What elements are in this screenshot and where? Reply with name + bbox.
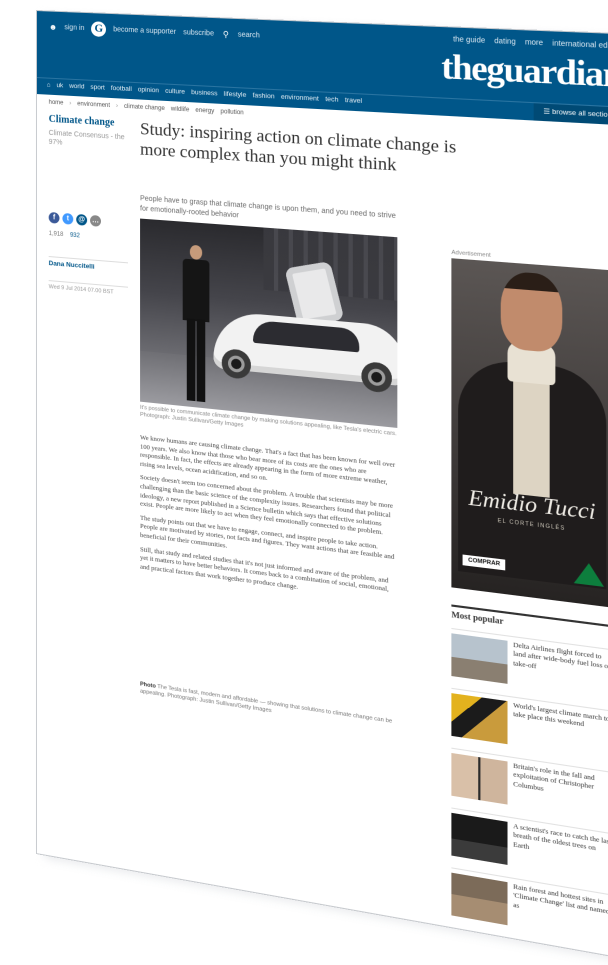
tag-wildlife[interactable]: wildlife (171, 106, 189, 113)
breadcrumb-climate-change[interactable]: climate change (124, 104, 165, 112)
author-byline[interactable]: Dana Nuccitelli (48, 256, 128, 274)
series-subtitle[interactable]: Climate Consensus - the 97% (49, 129, 128, 152)
dating-link[interactable]: dating (494, 38, 516, 46)
nav-item-fashion[interactable]: fashion (253, 92, 275, 100)
breadcrumb-environment[interactable]: environment (77, 101, 110, 109)
ad-model-face (500, 270, 563, 354)
nav-item-culture[interactable]: culture (165, 88, 185, 96)
nav-item-football[interactable]: football (111, 85, 132, 93)
browser-page: ☻ sign in G become a supporter subscribe… (36, 10, 608, 962)
article-headline: Study: inspiring action on climate chang… (140, 118, 457, 175)
breadcrumb-separator: › (69, 100, 72, 107)
menu-icon: ☰ (543, 108, 550, 116)
advertisement[interactable]: Emidio Tucci EL CORTE INGLÉS COMPRAR (451, 258, 608, 608)
more-link[interactable]: more (525, 39, 543, 47)
search-icon[interactable]: ⚲ (221, 30, 230, 40)
nav-item-travel[interactable]: travel (345, 97, 362, 105)
browse-label: browse all sections (552, 108, 608, 120)
browse-all-sections-button[interactable]: ☰ browse all sections (534, 103, 608, 126)
guardian-logo[interactable]: theguardian (441, 48, 608, 96)
thumbnail-image (451, 752, 508, 805)
the-guide-link[interactable]: the guide (453, 36, 485, 45)
facebook-icon[interactable]: f (48, 211, 60, 224)
breadcrumb-separator: › (116, 103, 119, 110)
most-popular-headline[interactable]: Rain forest and hottest sites in 'Climat… (513, 883, 608, 956)
tag-pollution[interactable]: pollution (221, 109, 244, 116)
more-share-icon[interactable]: … (90, 214, 101, 227)
nav-item-business[interactable]: business (191, 89, 217, 98)
series-box: Climate change Climate Consensus - the 9… (49, 114, 128, 152)
guardian-g-icon: G (91, 21, 107, 38)
comments-count[interactable]: 932 (70, 233, 80, 240)
become-supporter-link[interactable]: become a supporter (113, 26, 176, 36)
topbar-left: ☻ sign in G become a supporter subscribe… (49, 20, 260, 44)
hero-image[interactable] (140, 218, 398, 428)
series-title[interactable]: Climate change (49, 114, 128, 131)
breadcrumb-home[interactable]: home (49, 100, 64, 107)
thumbnail-image (451, 872, 508, 926)
dateline: Wed 9 Jul 2014 07.00 BST (48, 280, 128, 297)
photo-note: Photo The Tesla is fast, modern and affo… (140, 681, 397, 734)
nav-item-uk[interactable]: uk (56, 82, 63, 89)
subscribe-link[interactable]: subscribe (183, 29, 214, 37)
share-buttons: f t @ … (48, 211, 101, 227)
edition-switch[interactable]: international edition (552, 40, 608, 51)
nav-item-environment[interactable]: environment (281, 94, 319, 103)
thumbnail-image (451, 693, 508, 745)
article-body: We know humans are causing climate chang… (140, 434, 397, 610)
shares-count: 1,918 (48, 230, 64, 239)
topbar-right: the guide dating more international edit… (453, 36, 608, 51)
search-link[interactable]: search (238, 31, 260, 39)
tag-energy[interactable]: energy (195, 108, 214, 115)
home-icon[interactable]: ⌂ (47, 82, 51, 89)
thumbnail-image (451, 633, 508, 684)
ad-label: Advertisement (451, 249, 491, 260)
most-popular-list: Delta Airlines flight forced to land aft… (451, 627, 608, 957)
sign-in-link[interactable]: sign in (64, 24, 84, 32)
share-counts: 1,918 932 (49, 230, 80, 240)
user-icon: ☻ (48, 22, 58, 32)
email-icon[interactable]: @ (76, 213, 88, 226)
nav-item-world[interactable]: world (69, 83, 84, 91)
nav-item-opinion[interactable]: opinion (138, 86, 159, 94)
nav-item-lifestyle[interactable]: lifestyle (224, 91, 247, 99)
presenter-figure (181, 244, 212, 403)
photo-note-text: The Tesla is fast, modern and affordable… (140, 683, 393, 725)
nav-item-tech[interactable]: tech (325, 96, 338, 104)
ad-model-sweater (513, 375, 550, 498)
twitter-icon[interactable]: t (62, 212, 74, 225)
nav-item-sport[interactable]: sport (90, 84, 104, 92)
thumbnail-image (451, 812, 508, 865)
